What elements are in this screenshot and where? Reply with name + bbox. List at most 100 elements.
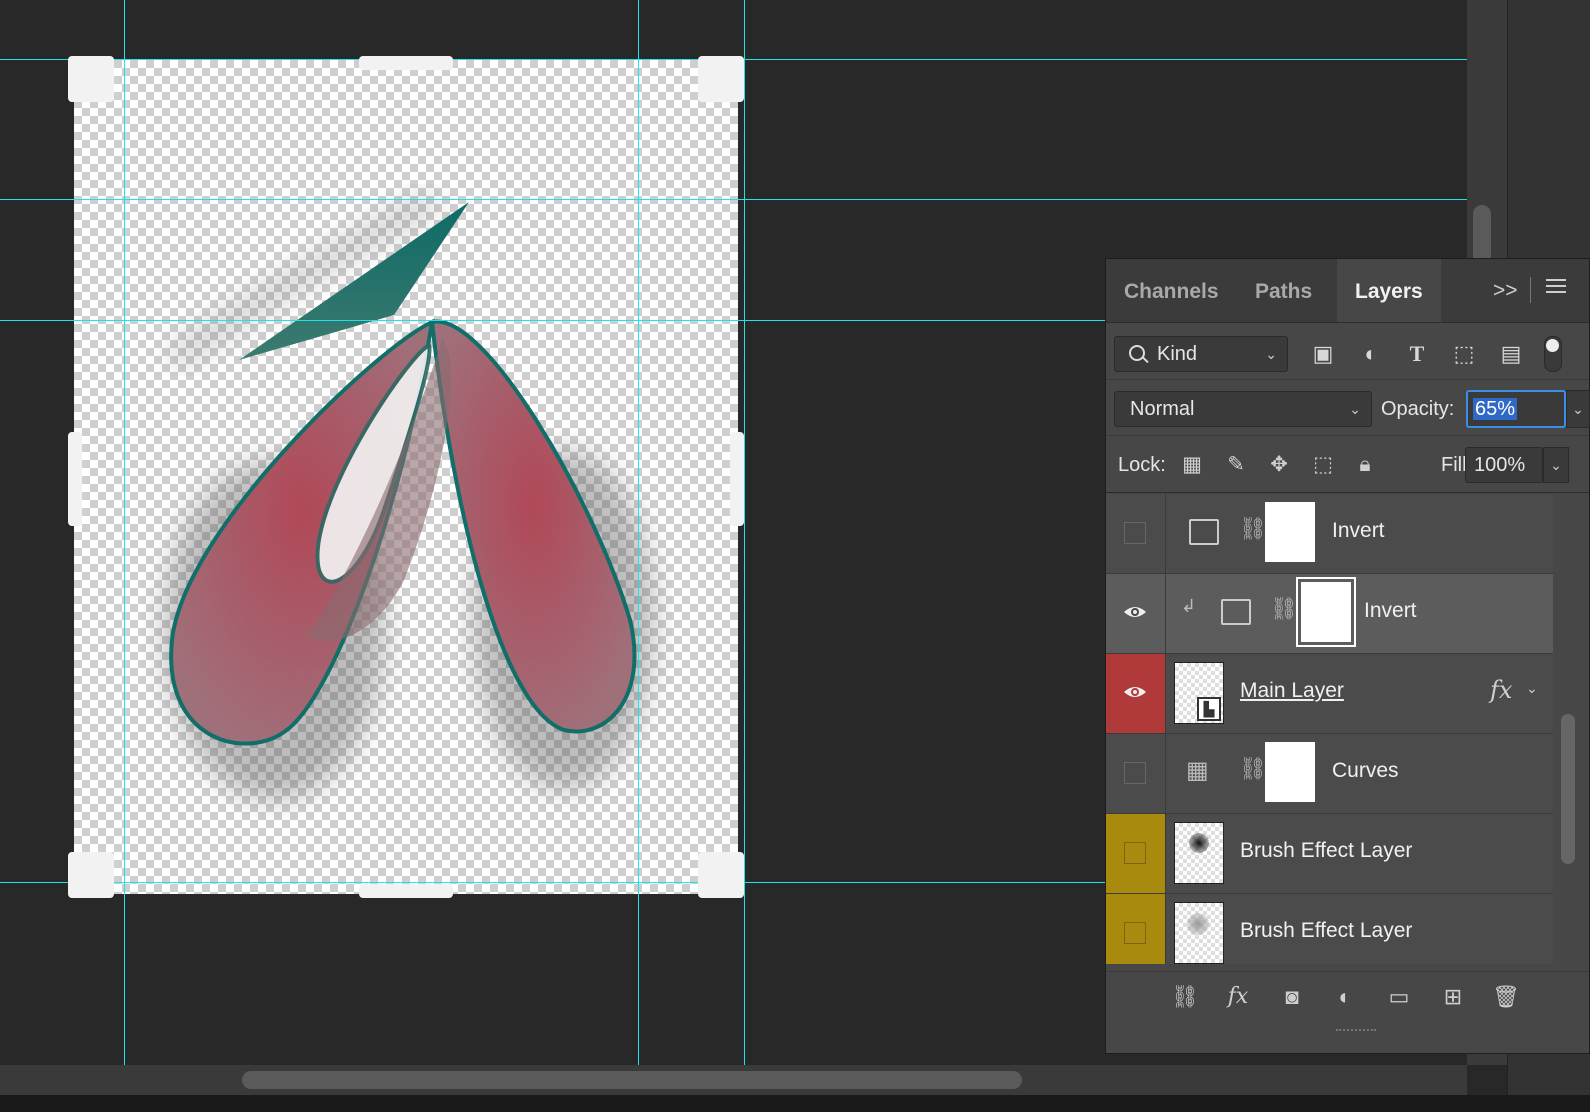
- smart-object-badge-icon: ▙: [1197, 697, 1221, 721]
- tab-paths[interactable]: Paths: [1237, 259, 1337, 322]
- filter-toggle-switch[interactable]: [1544, 336, 1562, 372]
- transform-handle-bottom-left[interactable]: [68, 852, 114, 898]
- link-mask-icon[interactable]: ⛓: [1239, 756, 1267, 782]
- visibility-toggle[interactable]: [1106, 814, 1166, 893]
- layer-name[interactable]: Brush Effect Layer: [1240, 839, 1412, 863]
- layer-filter-row: Kind ⌄ ▣ ◐ T ⬚ ▤: [1106, 322, 1589, 380]
- visibility-toggle[interactable]: [1106, 494, 1166, 573]
- layer-mask-thumbnail[interactable]: [1296, 577, 1356, 647]
- guide-vertical: [124, 0, 125, 1065]
- opacity-dropdown-button[interactable]: ⌄: [1566, 390, 1590, 428]
- layer-row[interactable]: ↲ ⛓ Invert: [1106, 574, 1553, 654]
- transform-handle-left[interactable]: [68, 432, 82, 526]
- image-filter-icon[interactable]: ▣: [1311, 342, 1335, 366]
- horizontal-scroll-thumb[interactable]: [242, 1071, 1022, 1089]
- tab-channels[interactable]: Channels: [1106, 259, 1237, 322]
- transform-handle-top-right[interactable]: [698, 56, 744, 102]
- layer-thumbnail[interactable]: [1174, 902, 1224, 964]
- link-layers-icon[interactable]: ⛓: [1170, 984, 1200, 1010]
- visibility-toggle[interactable]: [1106, 734, 1166, 813]
- link-mask-icon[interactable]: ⛓: [1270, 596, 1298, 622]
- vertical-scroll-thumb[interactable]: [1473, 205, 1491, 265]
- link-mask-icon[interactable]: ⛓: [1239, 516, 1267, 542]
- panel-tabs: Channels Paths Layers >>: [1106, 259, 1589, 323]
- smart-object-thumbnail[interactable]: ▙: [1174, 662, 1224, 724]
- layer-list-scrollbar[interactable]: [1559, 494, 1579, 964]
- fill-dropdown-button[interactable]: ⌄: [1543, 447, 1569, 483]
- transform-handle-bottom-right[interactable]: [698, 852, 744, 898]
- invert-adjustment-icon: [1221, 599, 1251, 625]
- guide-vertical: [638, 0, 639, 1065]
- smart-object-filter-icon[interactable]: ▤: [1499, 342, 1523, 366]
- filter-kind-value: Kind: [1157, 343, 1198, 365]
- lock-label: Lock:: [1118, 454, 1166, 476]
- lock-all-icon[interactable]: 🔒︎: [1352, 452, 1378, 478]
- divider: [1530, 277, 1531, 303]
- new-adjustment-icon[interactable]: ◐: [1330, 984, 1360, 1010]
- visibility-off-box: [1124, 842, 1146, 864]
- blend-mode-select[interactable]: Normal ⌄: [1114, 391, 1372, 427]
- guide-horizontal: [0, 199, 1467, 200]
- adjustment-filter-icon[interactable]: ◐: [1359, 342, 1383, 366]
- chevron-down-icon[interactable]: ⌄: [1526, 680, 1538, 697]
- layer-mask-thumbnail[interactable]: [1265, 742, 1315, 802]
- status-bar: [0, 1095, 1590, 1112]
- type-filter-icon[interactable]: T: [1405, 342, 1429, 366]
- chevron-down-icon: ⌄: [1265, 346, 1277, 362]
- layer-row[interactable]: Brush Effect Layer: [1106, 894, 1553, 964]
- visibility-off-box: [1124, 922, 1146, 944]
- add-mask-icon[interactable]: ◙: [1277, 984, 1307, 1010]
- opacity-input[interactable]: 65%: [1466, 390, 1566, 428]
- brush-dot-icon: [1187, 913, 1209, 935]
- layer-name[interactable]: Main Layer: [1240, 679, 1344, 703]
- guide-vertical: [744, 0, 745, 1065]
- blend-mode-value: Normal: [1130, 398, 1195, 420]
- visibility-toggle[interactable]: [1106, 894, 1166, 964]
- visibility-toggle[interactable]: [1106, 574, 1166, 653]
- tab-layers[interactable]: Layers: [1337, 259, 1441, 322]
- horizontal-scrollbar[interactable]: [0, 1065, 1467, 1095]
- eye-icon: [1124, 607, 1146, 617]
- visibility-off-box: [1124, 522, 1146, 544]
- layer-row[interactable]: ▦ ⛓ Curves: [1106, 734, 1553, 814]
- delete-layer-icon[interactable]: 🗑︎: [1491, 984, 1521, 1010]
- filter-kind-select[interactable]: Kind ⌄: [1114, 336, 1288, 372]
- transform-handle-bottom[interactable]: [359, 884, 453, 898]
- layer-list-scroll-thumb[interactable]: [1561, 714, 1575, 864]
- lock-image-icon[interactable]: ✎: [1223, 452, 1249, 478]
- layer-row[interactable]: Brush Effect Layer: [1106, 814, 1553, 894]
- fill-input[interactable]: 100%: [1465, 447, 1543, 483]
- layer-row[interactable]: ▙ Main Layer fx ⌄: [1106, 654, 1553, 734]
- fx-icon[interactable]: fx: [1490, 676, 1512, 704]
- layer-name[interactable]: Curves: [1332, 759, 1399, 783]
- layer-list: ⛓ Invert ↲ ⛓ Invert ▙ Main Layer fx ⌄ ▦ …: [1106, 494, 1589, 964]
- panel-menu-icon[interactable]: [1546, 279, 1566, 299]
- layer-row[interactable]: ⛓ Invert: [1106, 494, 1553, 574]
- chevron-down-icon: ⌄: [1349, 401, 1361, 417]
- layer-name[interactable]: Invert: [1364, 599, 1417, 623]
- transform-handle-right[interactable]: [730, 432, 744, 526]
- new-layer-icon[interactable]: ⊞: [1438, 984, 1468, 1010]
- transform-handle-top-left[interactable]: [68, 56, 114, 102]
- layers-panel: Channels Paths Layers >> Kind ⌄ ▣ ◐ T ⬚ …: [1105, 258, 1590, 1054]
- lock-artboard-icon[interactable]: ⬚: [1310, 452, 1336, 478]
- expand-panels-icon[interactable]: >>: [1493, 279, 1518, 303]
- eye-icon: [1124, 687, 1146, 697]
- fx-icon[interactable]: fx: [1223, 984, 1253, 1010]
- brush-dot-icon: [1189, 833, 1209, 853]
- shape-filter-icon[interactable]: ⬚: [1452, 342, 1476, 366]
- clipping-arrow-icon: ↲: [1181, 596, 1197, 616]
- visibility-off-box: [1124, 762, 1146, 784]
- new-group-icon[interactable]: ▭: [1384, 984, 1414, 1010]
- layer-name[interactable]: Invert: [1332, 519, 1385, 543]
- visibility-toggle[interactable]: [1106, 654, 1166, 733]
- opacity-label: Opacity:: [1381, 398, 1455, 420]
- lock-position-icon[interactable]: ✥: [1266, 452, 1292, 478]
- lock-transparent-icon[interactable]: ▦: [1179, 452, 1205, 478]
- layer-thumbnail[interactable]: [1174, 822, 1224, 884]
- transform-handle-top[interactable]: [359, 56, 453, 70]
- layer-mask-thumbnail[interactable]: [1265, 502, 1315, 562]
- layer-name[interactable]: Brush Effect Layer: [1240, 919, 1412, 943]
- invert-adjustment-icon: [1189, 519, 1219, 545]
- panel-resize-grip[interactable]: [1336, 1029, 1376, 1037]
